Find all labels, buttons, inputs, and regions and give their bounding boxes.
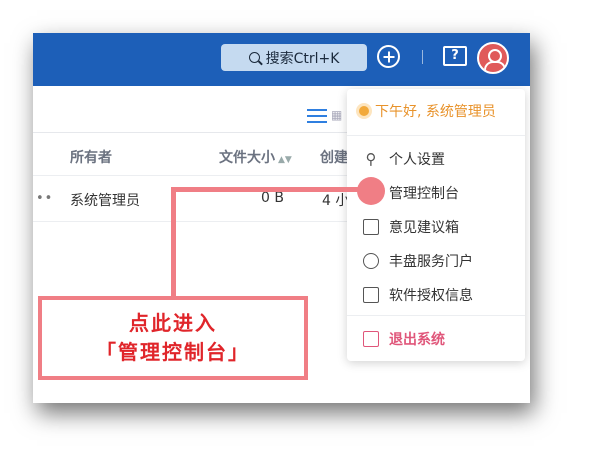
sliders-icon: ⚲: [365, 150, 377, 168]
column-header-size-label: 文件大小: [219, 150, 275, 166]
menu-item-label: 意见建议箱: [389, 220, 459, 236]
more-icon[interactable]: ••: [36, 191, 53, 206]
menu-item-label: 丰盘服务门户: [389, 254, 473, 270]
divider: [422, 50, 423, 64]
grid-view-icon[interactable]: ▦: [331, 108, 345, 122]
menu-item-label: 软件授权信息: [389, 288, 473, 304]
annotation-callout: 点此进入 「管理控制台」: [38, 296, 308, 380]
user-dropdown-menu: 下午好, 系统管理员 ⚲ 个人设置 管理控制台 意见建议箱 丰盘服务门户 软件授…: [347, 89, 525, 361]
column-header-owner[interactable]: 所有者: [70, 147, 112, 167]
annotation-connector: [171, 187, 176, 299]
add-icon[interactable]: [377, 45, 400, 68]
search-label: 搜索Ctrl+K: [265, 50, 340, 67]
menu-item-personal-settings[interactable]: ⚲ 个人设置: [363, 149, 446, 169]
divider: [33, 221, 363, 222]
search-icon: [248, 52, 260, 63]
divider: [347, 315, 525, 316]
annotation-marker: [357, 177, 385, 205]
menu-item-label: 管理控制台: [389, 186, 459, 202]
annotation-connector: [171, 187, 371, 192]
cell-owner: 系统管理员: [70, 193, 140, 209]
license-card-icon: [363, 287, 379, 303]
divider: [347, 135, 525, 136]
greeting: 下午好, 系统管理员: [359, 101, 496, 121]
logout-icon: [363, 331, 379, 347]
search-button[interactable]: 搜索Ctrl+K: [221, 44, 367, 71]
column-header-created[interactable]: 创建: [320, 147, 348, 167]
divider: [33, 175, 363, 176]
cell-size: 0 B: [261, 190, 284, 206]
menu-item-feedback[interactable]: 意见建议箱: [363, 217, 459, 237]
sort-icon: ▲▼: [278, 155, 292, 165]
top-bar: 搜索Ctrl+K ?: [33, 33, 530, 86]
logout-button[interactable]: 退出系统: [363, 329, 445, 349]
logout-label: 退出系统: [389, 332, 445, 348]
menu-item-license-info[interactable]: 软件授权信息: [363, 285, 473, 305]
globe-icon: [363, 253, 379, 269]
column-header-size[interactable]: 文件大小 ▲▼: [219, 147, 292, 167]
divider: [33, 132, 363, 133]
callout-line-1: 点此进入: [129, 311, 217, 335]
avatar[interactable]: [477, 42, 509, 74]
list-view-icon[interactable]: [307, 107, 327, 125]
greeting-text: 下午好, 系统管理员: [375, 104, 496, 120]
callout-line-2: 「管理控制台」: [96, 340, 250, 364]
cell-created: 4 小: [322, 193, 350, 209]
menu-item-label: 个人设置: [389, 152, 445, 168]
menu-item-service-portal[interactable]: 丰盘服务门户: [363, 251, 473, 271]
help-icon[interactable]: ?: [443, 46, 467, 66]
user-body-icon: [484, 61, 506, 72]
sun-icon: [359, 106, 369, 116]
mailbox-icon: [363, 219, 379, 235]
